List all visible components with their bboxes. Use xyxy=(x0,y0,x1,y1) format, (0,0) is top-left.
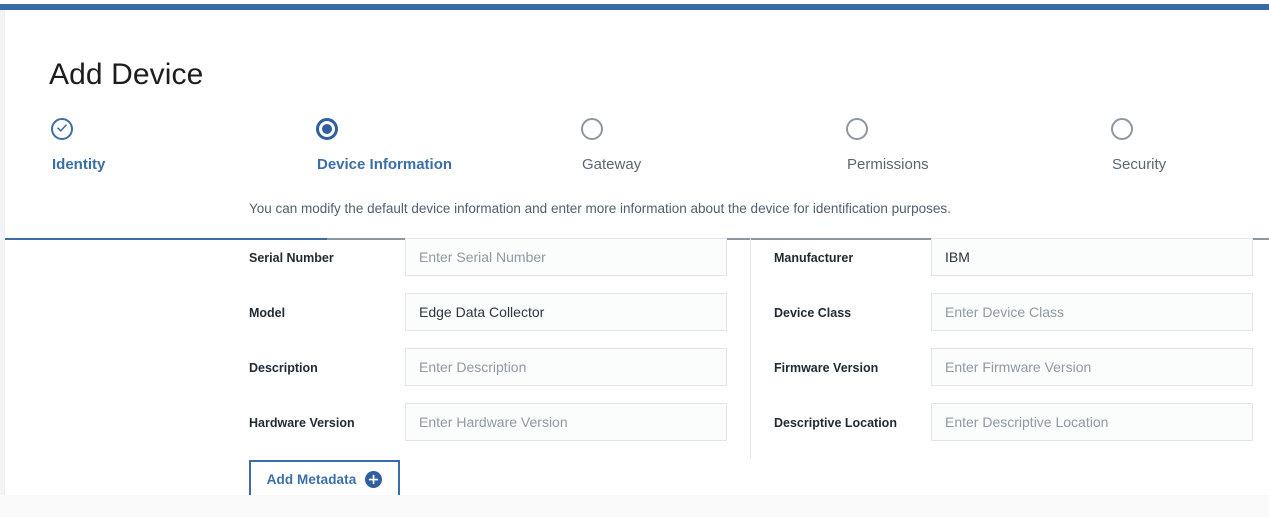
stepper-connector xyxy=(62,238,327,240)
stepper-step-label: Identity xyxy=(52,156,106,173)
serial-number-input[interactable] xyxy=(405,238,727,276)
form-description: You can modify the default device inform… xyxy=(249,201,951,216)
field-label: Serial Number xyxy=(249,251,334,265)
field-label: Descriptive Location xyxy=(774,416,897,430)
stepper-step-label: Gateway xyxy=(582,156,642,173)
stepper-step-label: Device Information xyxy=(317,156,453,173)
field-label: Firmware Version xyxy=(774,361,879,375)
step-current-dot xyxy=(322,124,332,134)
plus-circle-icon xyxy=(365,471,383,488)
field-label: Device Class xyxy=(774,306,852,320)
device-class-input[interactable] xyxy=(931,293,1253,331)
stepper-connector xyxy=(5,238,62,240)
field-label: Manufacturer xyxy=(774,251,854,265)
stepper-step-label: Permissions xyxy=(847,156,929,173)
manufacturer-input[interactable] xyxy=(931,238,1253,276)
hardware-version-input[interactable] xyxy=(405,403,727,441)
step-marker-incomplete-icon xyxy=(581,118,603,140)
step-marker-incomplete-icon xyxy=(846,118,868,140)
add-metadata-label: Add Metadata xyxy=(266,472,357,487)
page-content: Add Device Identity Device Information Gat… xyxy=(5,10,1269,517)
firmware-version-input[interactable] xyxy=(931,348,1253,386)
field-label: Description xyxy=(249,361,318,375)
step-marker-incomplete-icon xyxy=(1111,118,1133,140)
column-divider xyxy=(750,238,751,458)
model-input[interactable] xyxy=(405,293,727,331)
field-label: Model xyxy=(249,306,286,320)
application-window: Add Device Identity Device Information Gat… xyxy=(0,0,1269,517)
step-marker-complete-icon xyxy=(51,118,73,140)
description-input[interactable] xyxy=(405,348,727,386)
add-metadata-button[interactable]: Add Metadata xyxy=(249,460,400,499)
stepper-step-label: Security xyxy=(1112,156,1167,173)
bottom-band xyxy=(0,495,1269,517)
wizard-stepper: Identity Device Information Gateway Permiss… xyxy=(5,118,1269,240)
descriptive-location-input[interactable] xyxy=(931,403,1253,441)
step-marker-current-icon xyxy=(316,118,338,140)
field-label: Hardware Version xyxy=(249,416,355,430)
page-title: Add Device xyxy=(49,58,204,91)
